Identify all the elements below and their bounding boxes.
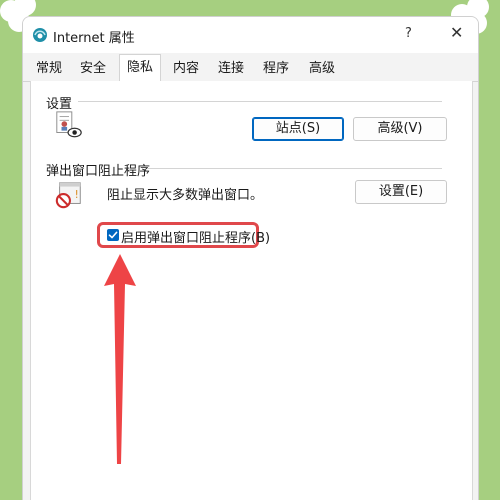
tab-general[interactable]: 常规 xyxy=(31,57,67,80)
title-bar: Internet 属性 ? ✕ xyxy=(23,17,478,53)
tab-advanced[interactable]: 高级 xyxy=(304,57,340,80)
tab-privacy[interactable]: 隐私 xyxy=(119,54,161,82)
settings-separator xyxy=(78,101,442,102)
help-button[interactable]: ? xyxy=(405,26,412,41)
popup-blocker-icon: ! xyxy=(55,182,81,209)
popup-blocker-group-label: 弹出窗口阻止程序 xyxy=(46,164,151,179)
window-title: Internet 属性 xyxy=(53,31,135,46)
enable-popup-blocker-label[interactable]: 启用弹出窗口阻止程序(B) xyxy=(121,227,270,246)
internet-properties-dialog: Internet 属性 ? ✕ 常规 安全 隐私 内容 连接 程序 高级 xyxy=(22,16,479,500)
popup-blocker-description: 阻止显示大多数弹出窗口。 xyxy=(107,188,264,203)
enable-popup-blocker-checkbox[interactable] xyxy=(107,229,119,241)
svg-text:!: ! xyxy=(75,189,79,201)
privacy-settings-icon xyxy=(56,111,82,138)
popup-blocker-separator xyxy=(148,168,442,169)
sites-button[interactable]: 站点(S) xyxy=(252,117,344,141)
red-arrow-annotation xyxy=(104,254,136,464)
tab-security[interactable]: 安全 xyxy=(75,57,111,80)
checkmark-icon xyxy=(108,231,118,239)
close-button[interactable]: ✕ xyxy=(450,23,463,42)
tab-programs[interactable]: 程序 xyxy=(258,57,294,80)
tab-content[interactable]: 内容 xyxy=(168,57,204,80)
privacy-tab-panel xyxy=(30,81,473,500)
internet-options-icon xyxy=(33,28,47,42)
advanced-button[interactable]: 高级(V) xyxy=(353,117,447,141)
tab-strip: 常规 安全 隐私 内容 连接 程序 高级 xyxy=(23,53,478,82)
tab-connections[interactable]: 连接 xyxy=(213,57,249,80)
popup-settings-button[interactable]: 设置(E) xyxy=(355,180,447,204)
